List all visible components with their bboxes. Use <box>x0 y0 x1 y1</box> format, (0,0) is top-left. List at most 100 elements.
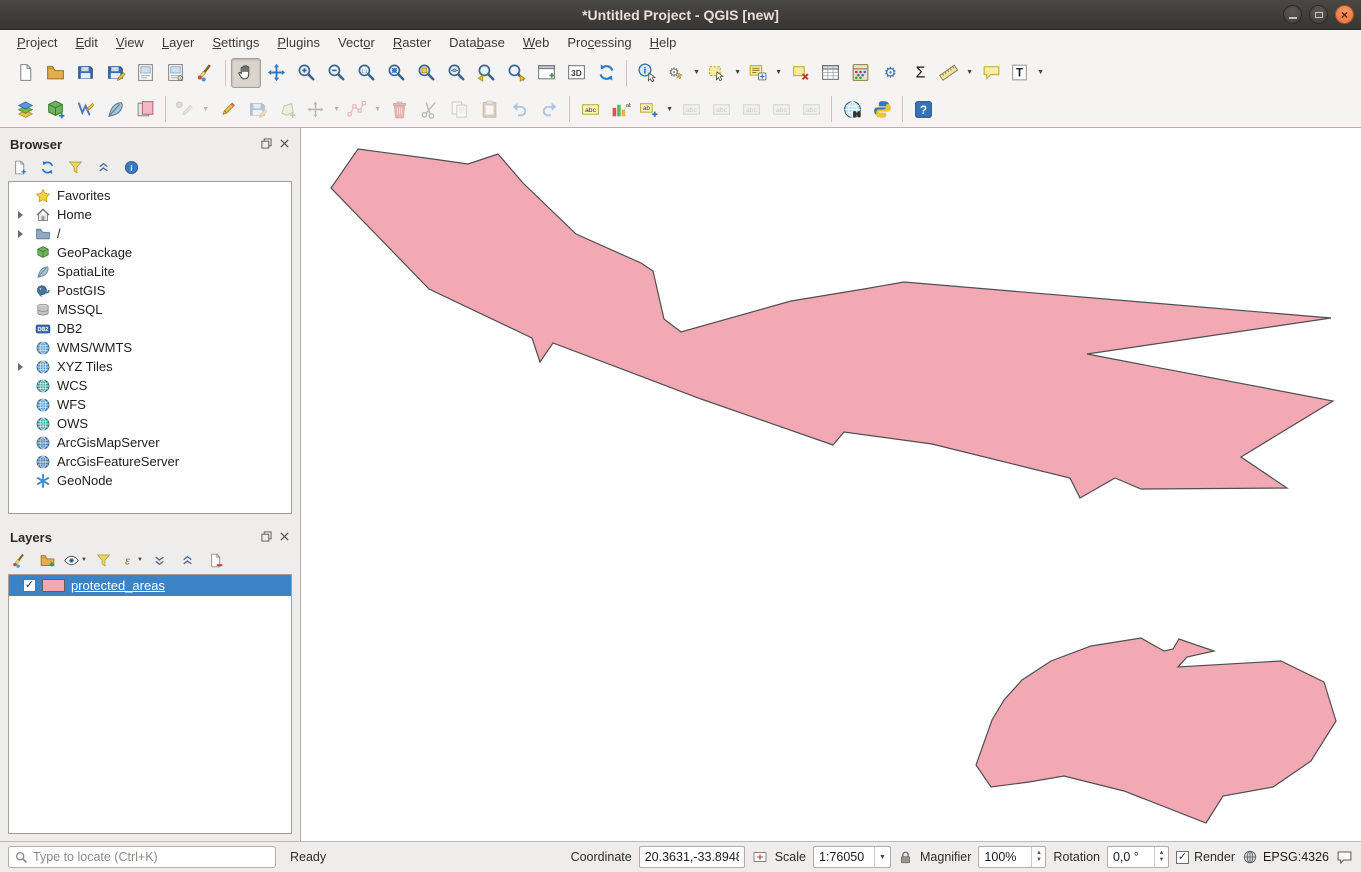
browser-item-root[interactable]: / <box>9 224 291 243</box>
browser-item-geopackage[interactable]: GeoPackage <box>9 243 291 262</box>
rotation-input[interactable] <box>1108 847 1154 867</box>
menu-settings[interactable]: Settings <box>203 32 268 53</box>
browser-item-arcgisfeatureserver[interactable]: ArcGisFeatureServer <box>9 452 291 471</box>
open-project-button[interactable] <box>40 58 70 88</box>
chevron-down-icon[interactable]: ▼ <box>775 69 782 76</box>
spinner-arrows-icon[interactable]: ▲▼ <box>1031 847 1045 867</box>
scale-combo[interactable]: ▼ <box>813 846 891 868</box>
pan-map-to-selection-button[interactable] <box>261 58 291 88</box>
layer-labeling-options-button[interactable]: abc <box>575 94 605 124</box>
refresh-browser-button[interactable] <box>36 156 58 178</box>
messages-balloon-icon[interactable] <box>1336 849 1353 866</box>
coordinate-input[interactable] <box>640 847 744 867</box>
layer-item-protected-areas[interactable]: ✓protected_areas <box>9 575 291 596</box>
float-panel-icon[interactable] <box>261 136 272 154</box>
text-annotation-button[interactable]: T▼ <box>1006 58 1047 88</box>
menu-layer[interactable]: Layer <box>153 32 204 53</box>
chevron-down-icon[interactable]: ▼ <box>81 557 87 563</box>
style-manager-button[interactable] <box>190 58 220 88</box>
browser-item-geonode[interactable]: GeoNode <box>9 471 291 490</box>
layer-visibility-checkbox[interactable]: ✓ <box>23 579 36 592</box>
collapse-all-button[interactable] <box>92 156 114 178</box>
new-3d-map-view-button[interactable]: 3D <box>561 58 591 88</box>
browser-item-wfs[interactable]: WFS <box>9 395 291 414</box>
render-toggle[interactable]: ✓ Render <box>1176 850 1235 864</box>
browser-item-ows[interactable]: OWS <box>9 414 291 433</box>
expand-all-button[interactable] <box>148 549 170 571</box>
filter-browser-button[interactable] <box>64 156 86 178</box>
browser-item-xyz-tiles[interactable]: XYZ Tiles <box>9 357 291 376</box>
zoom-next-button[interactable] <box>501 58 531 88</box>
extent-toggle-icon[interactable] <box>752 849 768 865</box>
new-shapefile-layer-button[interactable] <box>70 94 100 124</box>
menu-raster[interactable]: Raster <box>384 32 440 53</box>
float-panel-icon[interactable] <box>261 529 272 547</box>
options-button[interactable]: ⚙ <box>875 58 905 88</box>
render-checkbox[interactable]: ✓ <box>1176 851 1189 864</box>
menu-processing[interactable]: Processing <box>558 32 640 53</box>
map-tips-button[interactable] <box>976 58 1006 88</box>
maximize-button[interactable] <box>1309 5 1328 24</box>
menu-project[interactable]: Project <box>8 32 66 53</box>
select-features-by-value-button[interactable]: ▼ <box>744 58 785 88</box>
add-group-button[interactable] <box>36 549 58 571</box>
remove-layer-button[interactable] <box>204 549 226 571</box>
chevron-down-icon[interactable]: ▼ <box>693 69 700 76</box>
menu-web[interactable]: Web <box>514 32 559 53</box>
browser-item-wcs[interactable]: WCS <box>9 376 291 395</box>
highlight-pinned-labels-button[interactable]: ab▼ <box>635 94 676 124</box>
scale-input[interactable] <box>814 847 874 867</box>
browser-item-db2[interactable]: DB2DB2 <box>9 319 291 338</box>
filter-legend-button[interactable] <box>92 549 114 571</box>
open-attribute-table-button[interactable] <box>815 58 845 88</box>
help-button[interactable]: ? <box>908 94 938 124</box>
expand-arrow-icon[interactable] <box>18 363 23 371</box>
filter-legend-by-expression-button[interactable]: ε▼ <box>120 549 142 571</box>
layer-diagram-options-button[interactable]: ab <box>605 94 635 124</box>
chevron-down-icon[interactable]: ▼ <box>137 557 143 563</box>
chevron-down-icon[interactable]: ▼ <box>333 106 340 113</box>
collapse-all-button[interactable] <box>176 549 198 571</box>
metasearch-button[interactable] <box>837 94 867 124</box>
chevron-down-icon[interactable]: ▼ <box>734 69 741 76</box>
browser-item-home[interactable]: Home <box>9 205 291 224</box>
new-geopackage-layer-button[interactable] <box>40 94 70 124</box>
new-map-view-button[interactable] <box>531 58 561 88</box>
browser-item-spatialite[interactable]: SpatiaLite <box>9 262 291 281</box>
chevron-down-icon[interactable]: ▼ <box>966 69 973 76</box>
menu-vector[interactable]: Vector <box>329 32 384 53</box>
close-panel-icon[interactable] <box>279 529 290 547</box>
zoom-to-layer-button[interactable] <box>441 58 471 88</box>
browser-item-favorites[interactable]: Favorites <box>9 186 291 205</box>
manage-map-themes-button[interactable]: ▼ <box>64 549 86 571</box>
run-feature-action-button[interactable]: ⚙▼ <box>662 58 703 88</box>
open-data-source-manager-button[interactable] <box>10 94 40 124</box>
zoom-in-button[interactable] <box>291 58 321 88</box>
menu-view[interactable]: View <box>107 32 153 53</box>
coordinate-field[interactable] <box>639 846 745 868</box>
save-project-as-button[interactable] <box>100 58 130 88</box>
browser-item-arcgismapserver[interactable]: ArcGisMapServer <box>9 433 291 452</box>
zoom-to-selection-button[interactable] <box>411 58 441 88</box>
expand-arrow-icon[interactable] <box>18 211 23 219</box>
menu-edit[interactable]: Edit <box>66 32 106 53</box>
chevron-down-icon[interactable]: ▼ <box>202 106 209 113</box>
menu-help[interactable]: Help <box>641 32 686 53</box>
rotation-spinner[interactable]: ▲▼ <box>1107 846 1169 868</box>
zoom-to-native-resolution-button[interactable]: 1:1 <box>351 58 381 88</box>
crs-status[interactable]: EPSG:4326 <box>1242 849 1329 865</box>
menu-database[interactable]: Database <box>440 32 514 53</box>
python-console-button[interactable] <box>867 94 897 124</box>
chevron-down-icon[interactable]: ▼ <box>374 106 381 113</box>
browser-item-wms-wmts[interactable]: WMS/WMTS <box>9 338 291 357</box>
menu-plugins[interactable]: Plugins <box>268 32 329 53</box>
save-project-button[interactable] <box>70 58 100 88</box>
show-layout-manager-button[interactable]: ⚙ <box>160 58 190 88</box>
new-print-layout-button[interactable] <box>130 58 160 88</box>
expand-arrow-icon[interactable] <box>18 230 23 238</box>
magnifier-spinner[interactable]: ▲▼ <box>978 846 1046 868</box>
locate-box[interactable] <box>8 846 276 868</box>
statistical-summary-button[interactable]: Σ <box>905 58 935 88</box>
new-virtual-layer-button[interactable] <box>130 94 160 124</box>
identify-features-button[interactable]: i <box>632 58 662 88</box>
